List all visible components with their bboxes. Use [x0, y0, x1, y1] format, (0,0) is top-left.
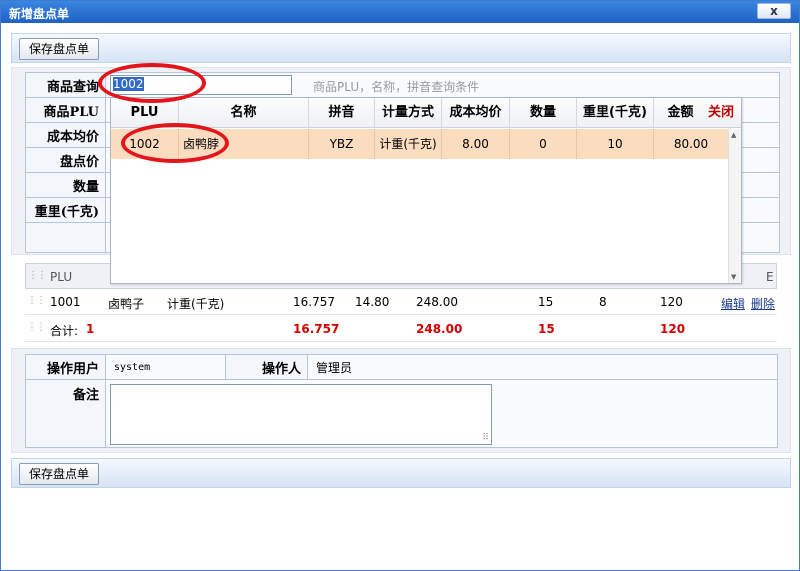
- total-row: ⋮⋮ 合计: 1 16.757 248.00 15 120: [25, 316, 777, 342]
- bottom-toolbar: 保存盘点单: [11, 458, 791, 488]
- quantity-label: 数量: [25, 172, 106, 198]
- col-weight: 重里(千克): [577, 98, 654, 128]
- remark-label: 备注: [25, 379, 106, 448]
- resize-grip-icon[interactable]: ⠿: [482, 433, 489, 443]
- col-qty: 数量: [510, 98, 577, 128]
- search-hint: 商品PLU，名称，拼音查询条件: [313, 80, 480, 94]
- user-label: 操作用户: [25, 354, 106, 380]
- result-qty: 0: [510, 129, 577, 159]
- row-col7: 15: [538, 295, 554, 309]
- cost-label: 成本均价: [25, 122, 106, 148]
- dropdown-close-button[interactable]: 关闭: [708, 98, 734, 128]
- scroll-up-icon[interactable]: ▲: [731, 131, 736, 139]
- col-name: 名称: [179, 98, 309, 128]
- total-count: 1: [86, 322, 95, 336]
- plu-label: 商品PLU: [25, 97, 106, 123]
- search-results-dropdown: PLU 名称 拼音 计量方式 成本均价 数量 重里(千克) 金额 关闭 1002…: [110, 97, 742, 284]
- row-col9: 120: [660, 295, 683, 309]
- edit-link[interactable]: 编辑: [721, 295, 745, 312]
- result-pinyin: YBZ: [309, 129, 375, 159]
- row-plu: 1001: [50, 295, 81, 309]
- search-label: 商品查询: [25, 72, 106, 98]
- dropdown-scrollbar[interactable]: ▲ ▼: [728, 129, 741, 283]
- title-bar: 新增盘点单 x: [1, 1, 799, 23]
- delete-link[interactable]: 删除: [751, 295, 775, 312]
- operator-label: 操作人: [225, 354, 308, 380]
- save-button-bottom[interactable]: 保存盘点单: [19, 463, 100, 485]
- dropdown-result-row[interactable]: 1002 卤鸭脖 YBZ 计重(千克) 8.00 0 10 80.00: [111, 129, 728, 159]
- header-last: E: [766, 270, 774, 284]
- result-cost: 8.00: [442, 129, 510, 159]
- operator-value: 管理员: [307, 354, 778, 380]
- total-col7: 15: [538, 322, 555, 336]
- count-price-label: 盘点价: [25, 147, 106, 173]
- save-button-top[interactable]: 保存盘点单: [19, 38, 100, 60]
- window-title: 新增盘点单: [9, 7, 70, 21]
- col-cost: 成本均价: [442, 98, 510, 128]
- table-row[interactable]: ⋮⋮ 1001 卤鸭子 计重(千克) 16.757 14.80 248.00 1…: [25, 289, 777, 315]
- result-unit: 计重(千克): [375, 129, 442, 159]
- remark-textarea[interactable]: ⠿: [110, 384, 492, 445]
- col-pinyin: 拼音: [309, 98, 375, 128]
- total-col4: 16.757: [293, 322, 340, 336]
- top-toolbar: 保存盘点单: [11, 33, 791, 63]
- row-col5: 14.80: [355, 295, 390, 309]
- col-plu: PLU: [111, 98, 179, 128]
- total-col9: 120: [660, 322, 686, 336]
- row-unit: 计重(千克): [167, 297, 225, 311]
- col-amount: 金额: [667, 105, 694, 120]
- drag-handle-icon: ⋮⋮: [28, 270, 47, 281]
- result-amount: 80.00: [673, 137, 709, 151]
- total-col6: 248.00: [416, 322, 463, 336]
- search-input[interactable]: 1002: [110, 75, 292, 95]
- col-unit: 计量方式: [375, 98, 442, 128]
- result-weight: 10: [577, 129, 654, 159]
- drag-handle-icon: ⋮⋮: [27, 322, 46, 333]
- weight-label: 重里(千克): [25, 197, 106, 223]
- scroll-down-icon[interactable]: ▼: [731, 273, 736, 281]
- dropdown-header: PLU 名称 拼音 计量方式 成本均价 数量 重里(千克) 金额 关闭: [111, 98, 741, 128]
- row-col6: 248.00: [416, 295, 458, 309]
- row-col8: 8: [599, 295, 607, 309]
- total-label: 合计:: [50, 324, 79, 338]
- user-value: system: [105, 354, 226, 380]
- row-col4: 16.757: [293, 295, 335, 309]
- header-plu: PLU: [50, 270, 73, 284]
- close-icon[interactable]: x: [757, 3, 791, 19]
- row-name: 卤鸭子: [108, 297, 145, 311]
- search-input-value: 1002: [113, 77, 144, 91]
- result-name: 卤鸭脖: [179, 129, 309, 159]
- drag-handle-icon[interactable]: ⋮⋮: [27, 295, 46, 306]
- result-plu: 1002: [111, 129, 179, 159]
- dialog-window: 新增盘点单 x 保存盘点单 商品查询 商品PLU 成本均价 盘点价 数量 重里(…: [0, 0, 800, 571]
